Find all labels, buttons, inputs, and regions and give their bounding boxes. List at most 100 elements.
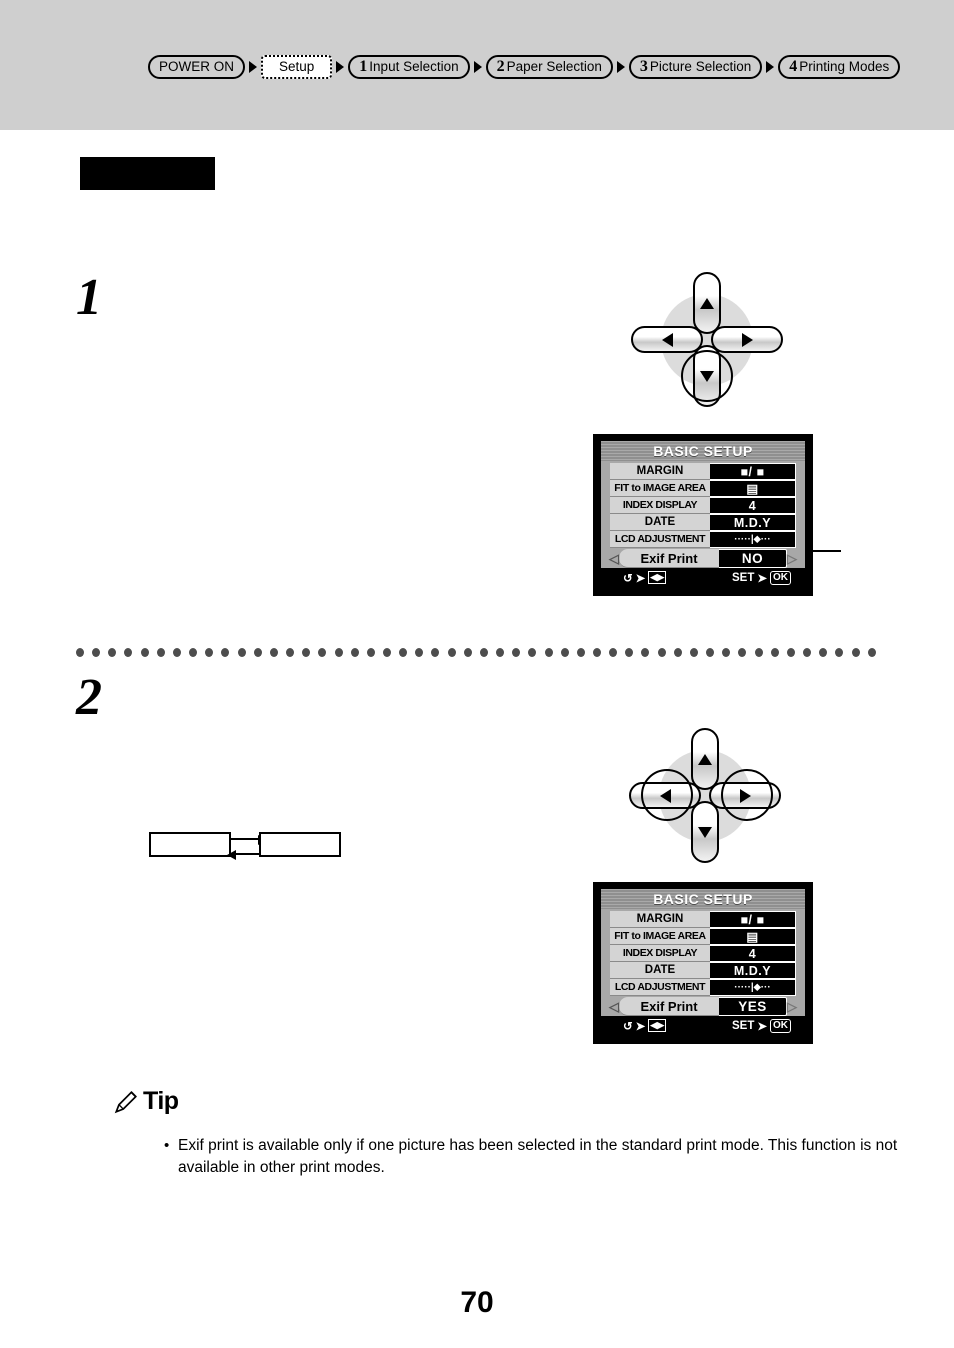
dpad-up-button[interactable] <box>691 728 719 790</box>
lcd-row-index-display[interactable]: INDEX DISPLAY 4 <box>610 945 796 962</box>
breadcrumb-arrow-icon <box>613 55 629 79</box>
breadcrumb-number: 3 <box>639 58 648 75</box>
lcd-row-lcd-adjustment[interactable]: LCD ADJUSTMENT ·····|⬥··· <box>610 979 796 996</box>
breadcrumb-item-printing-modes[interactable]: 4 Printing Modes <box>778 55 901 79</box>
lcd-row-value: M.D.Y <box>710 514 796 531</box>
arrow-icon: ➤ <box>635 572 646 585</box>
lcd-footer-bar: ↺ ➤ ◀▶ SET ➤ OK <box>601 568 805 586</box>
cycle-icon: ↺ <box>623 1020 633 1033</box>
lcd-row-value: YES <box>719 997 787 1016</box>
breadcrumb-item-picture-selection[interactable]: 3 Picture Selection <box>628 55 763 79</box>
breadcrumb-item-input-selection[interactable]: 1 Input Selection <box>348 55 470 79</box>
toggle-value-box-left <box>149 832 231 857</box>
left-cursor-arrow-icon[interactable]: ◁ <box>609 999 619 1014</box>
lcd-footer-navigation-hint: ↺ ➤ ◀▶ <box>623 571 667 585</box>
lcd-title-bar: BASIC SETUP <box>601 889 805 909</box>
dpad-right-button[interactable] <box>711 326 783 353</box>
up-arrow-icon <box>700 297 714 309</box>
dpad-diagram-step2 <box>620 718 790 873</box>
dpad-left-highlight-ring <box>641 769 693 821</box>
arrow-icon: ➤ <box>635 1020 646 1033</box>
lcd-footer-bar: ↺ ➤ ◀▶ SET ➤ OK <box>601 1016 805 1034</box>
dpad-diagram-step1 <box>622 262 792 417</box>
toggle-values-diagram <box>149 832 341 860</box>
lcd-row-lcd-adjustment[interactable]: LCD ADJUSTMENT ·····|⬥··· <box>610 531 796 548</box>
toggle-value-box-right <box>259 832 341 857</box>
lcd-row-label: Exif Print <box>619 549 719 568</box>
lcd-row-value: ■/ ■ <box>710 463 796 480</box>
set-label: SET <box>731 1019 755 1032</box>
lcd-menu-panel: MARGIN ■/ ■ FIT to IMAGE AREA ▤ INDEX DI… <box>601 909 805 1016</box>
tip-section: Tip • Exif print is available only if on… <box>113 1087 903 1178</box>
right-arrow-icon <box>741 332 753 347</box>
right-cursor-arrow-icon[interactable]: ▷ <box>787 999 797 1014</box>
breadcrumb-label: Picture Selection <box>649 59 752 75</box>
lcd-row-label: DATE <box>610 962 710 979</box>
lcd-row-value: NO <box>719 549 787 568</box>
breadcrumb-item-power-on[interactable]: POWER ON <box>148 55 246 79</box>
step-number-2: 2 <box>76 669 102 726</box>
lcd-row-value: ■/ ■ <box>710 911 796 928</box>
top-gray-band: POWER ON Setup 1 Input Selection 2 Paper… <box>0 0 954 130</box>
breadcrumb-arrow-icon <box>470 55 486 79</box>
lcd-row-margin[interactable]: MARGIN ■/ ■ <box>610 463 796 480</box>
lcd-row-label: Exif Print <box>619 997 719 1016</box>
tip-text: Exif print is available only if one pict… <box>178 1137 898 1176</box>
dpad-left-button[interactable] <box>631 326 703 353</box>
tip-body: • Exif print is available only if one pi… <box>164 1135 903 1178</box>
lcd-row-value: ·····|⬥··· <box>710 979 796 996</box>
left-right-keys-icon: ◀▶ <box>648 571 667 584</box>
tip-heading: Tip <box>113 1087 903 1116</box>
breadcrumb-arrow-icon <box>762 55 778 79</box>
dpad-up-button[interactable] <box>693 272 721 334</box>
breadcrumb-label: POWER ON <box>159 59 235 75</box>
breadcrumb-label: Setup <box>279 59 315 75</box>
lcd-footer-navigation-hint: ↺ ➤ ◀▶ <box>623 1019 667 1033</box>
breadcrumb-number: 1 <box>359 58 368 75</box>
left-cursor-arrow-icon[interactable]: ◁ <box>609 551 619 566</box>
lcd-row-value: ·····|⬥··· <box>710 531 796 548</box>
step-number-1: 1 <box>76 269 102 326</box>
lcd-row-label: FIT to IMAGE AREA <box>610 928 710 945</box>
left-arrow-icon <box>661 332 673 347</box>
lcd-row-fit-to-image-area[interactable]: FIT to IMAGE AREA ▤ <box>610 480 796 497</box>
right-cursor-arrow-icon[interactable]: ▷ <box>787 551 797 566</box>
lcd-row-date[interactable]: DATE M.D.Y <box>610 514 796 531</box>
breadcrumb-item-setup[interactable]: Setup <box>261 55 333 79</box>
breadcrumb: POWER ON Setup 1 Input Selection 2 Paper… <box>148 55 901 79</box>
breadcrumb-number: 4 <box>789 58 798 75</box>
left-right-keys-icon: ◀▶ <box>648 1019 667 1032</box>
breadcrumb-arrow-icon <box>332 55 348 79</box>
ok-button-icon: OK <box>770 570 791 585</box>
lcd-row-label: INDEX DISPLAY <box>610 497 710 514</box>
lcd-footer-set-hint: SET ➤ OK <box>732 570 791 585</box>
dpad-down-highlight-ring <box>681 350 733 402</box>
lcd-row-value: 4 <box>710 945 796 962</box>
breadcrumb-number: 2 <box>496 58 505 75</box>
lcd-row-exif-print-selected[interactable]: ◁ Exif Print NO ▷ <box>609 549 797 568</box>
lcd-row-label: INDEX DISPLAY <box>610 945 710 962</box>
lcd-row-value: ▤ <box>710 928 796 945</box>
lcd-row-value: 4 <box>710 497 796 514</box>
lcd-row-label: DATE <box>610 514 710 531</box>
breadcrumb-label: Paper Selection <box>506 59 602 75</box>
lcd-row-fit-to-image-area[interactable]: FIT to IMAGE AREA ▤ <box>610 928 796 945</box>
lcd-row-label: MARGIN <box>610 463 710 480</box>
tip-label: Tip <box>143 1087 179 1115</box>
lcd-row-label: LCD ADJUSTMENT <box>610 531 710 548</box>
pencil-icon <box>114 1090 137 1113</box>
section-heading-redacted-box <box>80 157 215 190</box>
lcd-row-exif-print-selected[interactable]: ◁ Exif Print YES ▷ <box>609 997 797 1016</box>
lcd-row-margin[interactable]: MARGIN ■/ ■ <box>610 911 796 928</box>
arrow-icon: ➤ <box>757 572 767 585</box>
cycle-icon: ↺ <box>623 572 633 585</box>
lcd-row-index-display[interactable]: INDEX DISPLAY 4 <box>610 497 796 514</box>
lcd-row-value: M.D.Y <box>710 962 796 979</box>
breadcrumb-label: Printing Modes <box>799 59 890 75</box>
lcd-screen-step2: BASIC SETUP MARGIN ■/ ■ FIT to IMAGE ARE… <box>593 882 813 1044</box>
lcd-row-date[interactable]: DATE M.D.Y <box>610 962 796 979</box>
up-arrow-icon <box>698 753 712 765</box>
dpad-down-button[interactable] <box>691 801 719 863</box>
breadcrumb-item-paper-selection[interactable]: 2 Paper Selection <box>485 55 613 79</box>
breadcrumb-arrow-icon <box>245 55 261 79</box>
